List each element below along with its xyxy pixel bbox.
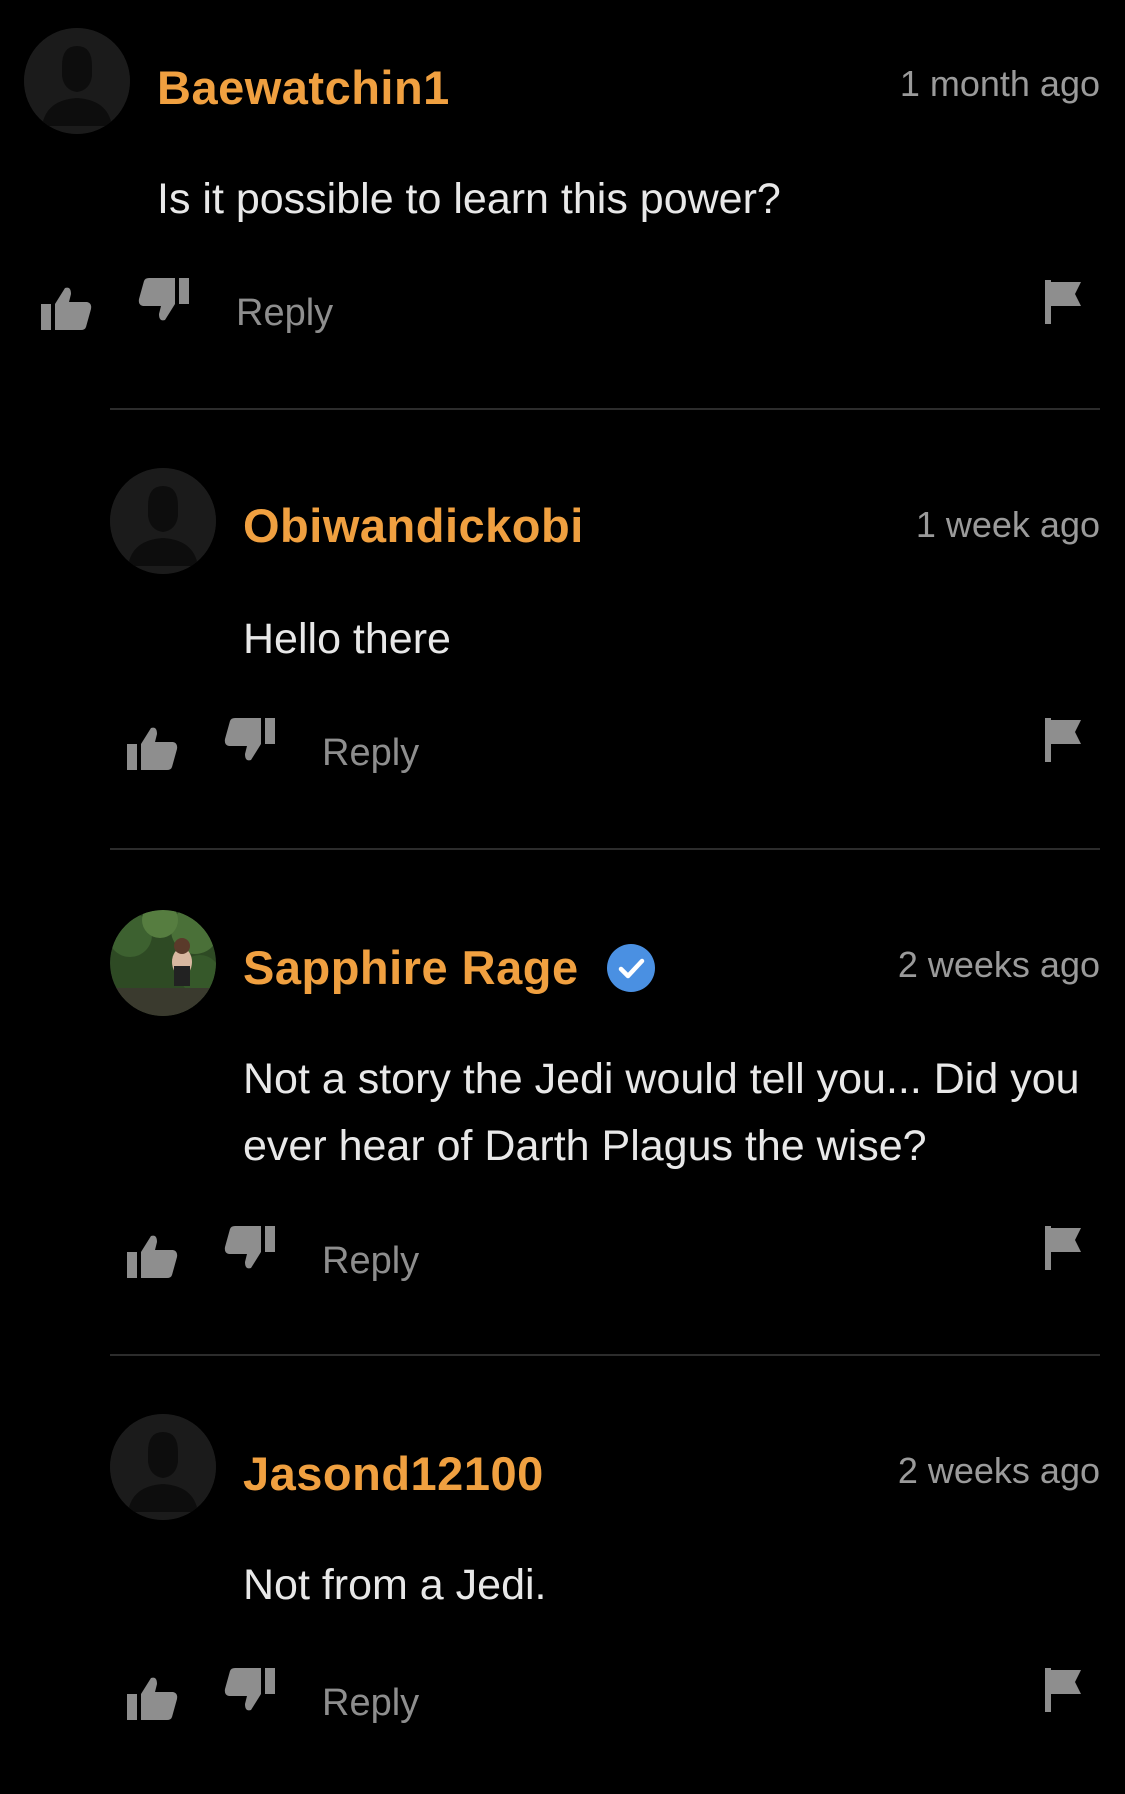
default-avatar-icon[interactable] — [110, 468, 216, 574]
flag-icon[interactable] — [1035, 274, 1091, 330]
comment-timestamp: 1 week ago — [915, 504, 1100, 545]
comment-username[interactable]: Baewatchin1 — [157, 60, 450, 116]
comment-reply: Jasond12100 2 weeks ago Not from a Jedi.… — [0, 1356, 1125, 1794]
thumbs-up-icon[interactable] — [124, 1228, 180, 1284]
default-avatar-icon[interactable] — [110, 1414, 216, 1520]
comment-actions: Reply — [0, 718, 1125, 780]
verified-badge-icon — [606, 943, 656, 993]
photo-avatar[interactable] — [110, 910, 216, 1016]
comments-page: { "colors": { "background": "#000000", "… — [0, 0, 1125, 1794]
flag-icon[interactable] — [1035, 712, 1091, 768]
reply-button[interactable]: Reply — [322, 1236, 419, 1286]
thumbs-up-icon[interactable] — [38, 280, 94, 336]
comment-text: Is it possible to learn this power? — [157, 175, 781, 223]
comment-username[interactable]: Jasond12100 — [243, 1446, 544, 1502]
reply-button[interactable]: Reply — [322, 728, 419, 778]
default-avatar-icon[interactable] — [24, 28, 130, 134]
comment-actions: Reply — [0, 278, 1125, 340]
comment-text: Not from a Jedi. — [243, 1561, 547, 1609]
comment-text: Hello there — [243, 615, 451, 663]
thumbs-up-icon[interactable] — [124, 1670, 180, 1726]
comment-reply: Obiwandickobi 1 week ago Hello there Rep… — [0, 410, 1125, 850]
thumbs-up-icon[interactable] — [124, 720, 180, 776]
comment-text: Not a story the Jedi would tell you... D… — [243, 1055, 1080, 1170]
thumbs-down-icon[interactable] — [222, 1220, 278, 1276]
reply-button[interactable]: Reply — [322, 1678, 419, 1728]
flag-icon[interactable] — [1035, 1220, 1091, 1276]
reply-button[interactable]: Reply — [236, 288, 333, 338]
thumbs-down-icon[interactable] — [222, 712, 278, 768]
comment-username[interactable]: Obiwandickobi — [243, 498, 584, 554]
thumbs-down-icon[interactable] — [136, 272, 192, 328]
comment-username-text: Sapphire Rage — [243, 941, 579, 994]
comment: Baewatchin1 1 month ago Is it possible t… — [0, 0, 1125, 410]
comment-timestamp: 1 month ago — [899, 63, 1100, 104]
thumbs-down-icon[interactable] — [222, 1662, 278, 1718]
comment-timestamp: 2 weeks ago — [897, 944, 1100, 985]
comment-reply: Sapphire Rage 2 weeks ago Not a story th… — [0, 850, 1125, 1356]
comment-actions: Reply — [0, 1226, 1125, 1288]
comment-timestamp: 2 weeks ago — [897, 1450, 1100, 1491]
flag-icon[interactable] — [1035, 1662, 1091, 1718]
comment-actions: Reply — [0, 1668, 1125, 1730]
comment-username[interactable]: Sapphire Rage — [243, 940, 656, 997]
